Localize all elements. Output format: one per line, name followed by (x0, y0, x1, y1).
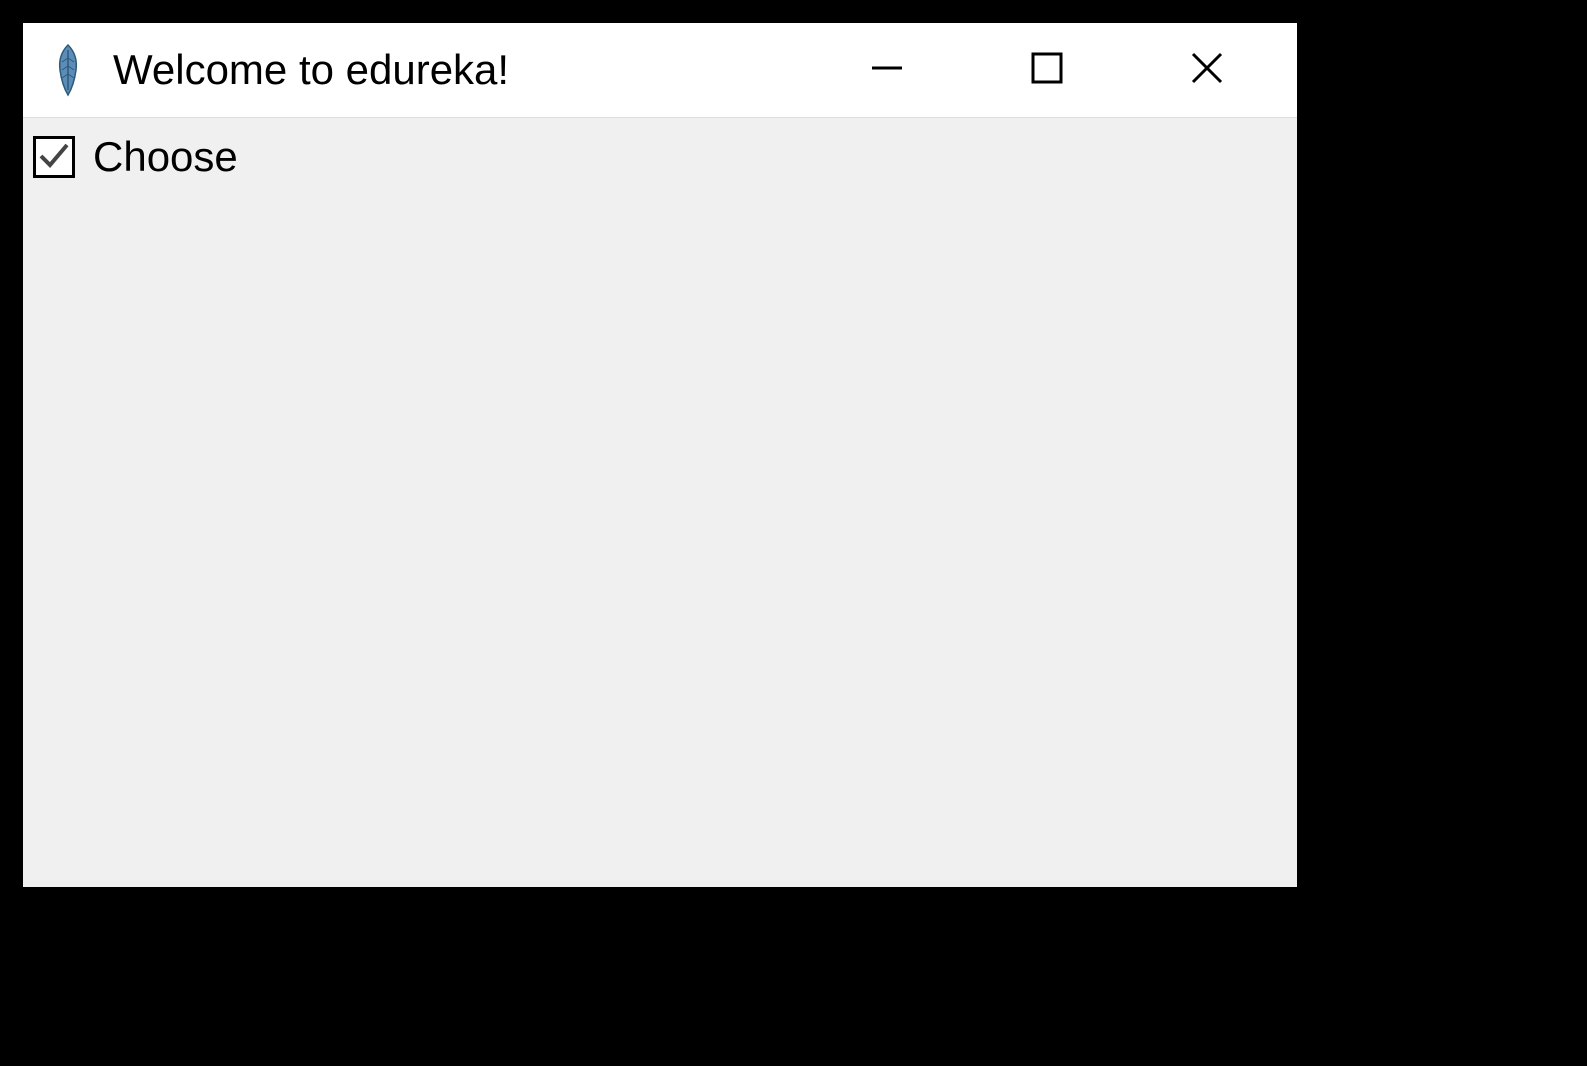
maximize-icon (1027, 48, 1067, 93)
close-icon (1187, 48, 1227, 93)
checkbox-box (33, 136, 75, 178)
minimize-button[interactable] (807, 25, 967, 115)
close-button[interactable] (1127, 25, 1287, 115)
checkbutton-label: Choose (93, 133, 238, 181)
titlebar[interactable]: Welcome to edureka! (23, 23, 1297, 118)
choose-checkbutton[interactable]: Choose (33, 133, 238, 181)
tk-feather-icon (48, 40, 88, 100)
minimize-icon (867, 48, 907, 93)
window-controls (807, 25, 1287, 115)
window-title: Welcome to edureka! (113, 46, 807, 94)
checkmark-icon (37, 138, 71, 177)
client-area: Choose (23, 118, 1297, 887)
maximize-button[interactable] (967, 25, 1127, 115)
app-window: Welcome to edureka! (20, 20, 1300, 890)
